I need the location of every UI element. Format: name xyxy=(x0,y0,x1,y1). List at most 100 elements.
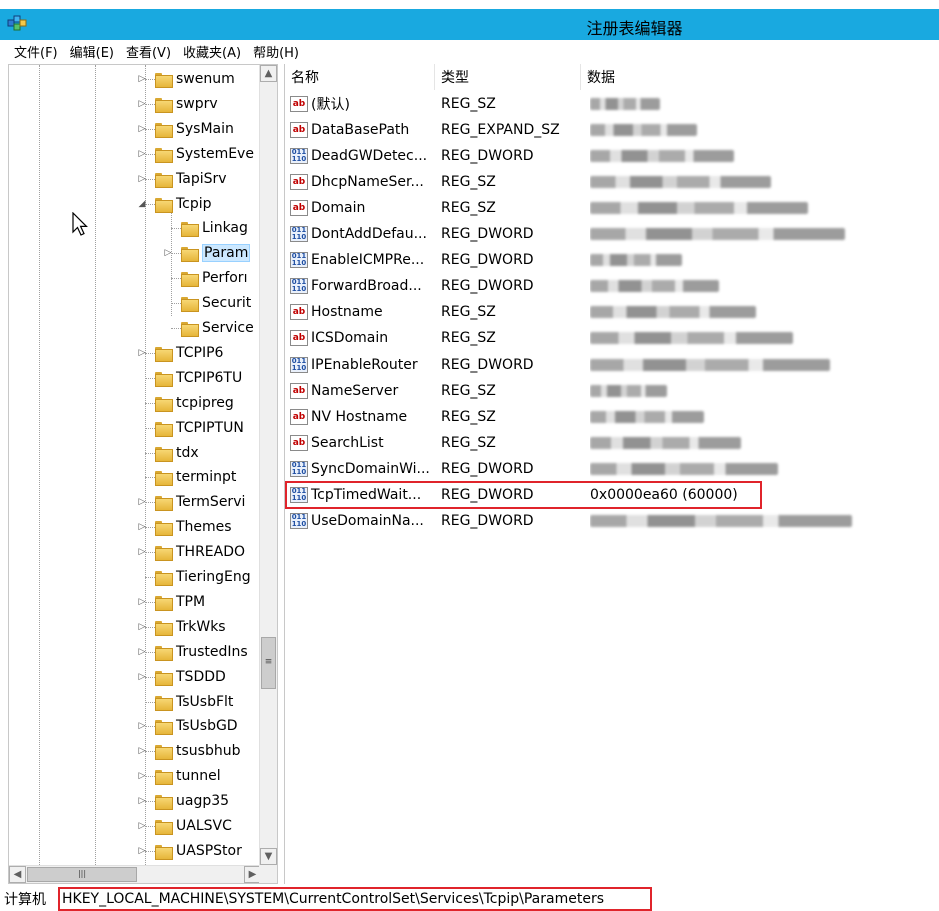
value-row[interactable]: 011 110 ForwardBroad... REG_DWORD xyxy=(285,273,939,299)
expand-arrow-right-icon[interactable]: ▷ xyxy=(137,124,147,134)
tree-item[interactable]: Service xyxy=(181,316,254,340)
tree-item-label: TermServi xyxy=(176,494,246,511)
string-value-icon: ab xyxy=(290,434,308,451)
registry-tree[interactable]: swenum ▷ swprv ▷ SysMain ▷ SystemEve ▷ TapiSrv ▷ T… xyxy=(8,64,278,884)
menu-favorites[interactable]: 收藏夹(A) xyxy=(183,42,241,61)
tree-item[interactable]: terminpt xyxy=(155,465,236,489)
expand-arrow-right-icon[interactable]: ▷ xyxy=(137,99,147,109)
menu-help[interactable]: 帮助(H) xyxy=(253,42,299,61)
tree-item[interactable]: Linkag xyxy=(181,216,248,240)
redacted-value-data xyxy=(590,280,719,293)
expand-arrow-right-icon[interactable]: ▷ xyxy=(137,547,147,557)
value-row[interactable]: 011 110 UseDomainNa... REG_DWORD xyxy=(285,508,939,534)
expand-arrow-right-icon[interactable]: ▷ xyxy=(137,174,147,184)
tree-connector xyxy=(145,427,155,429)
scroll-thumb[interactable]: ≡ xyxy=(261,637,276,689)
value-row[interactable]: 011 110 IPEnableRouter REG_DWORD xyxy=(285,352,939,378)
tree-item[interactable]: TCPIP6TU xyxy=(155,366,242,390)
column-header-type[interactable]: 类型 xyxy=(435,64,581,90)
expand-arrow-right-icon[interactable]: ▷ xyxy=(137,846,147,856)
value-row[interactable]: 011 110 DontAddDefau... REG_DWORD xyxy=(285,221,939,247)
tree-item[interactable]: TPM xyxy=(155,590,205,614)
redacted-value-data xyxy=(590,306,756,319)
values-list[interactable]: 名称 类型 数据 ab (默认) REG_SZ ab DataBasePath REG_E… xyxy=(284,64,939,884)
expand-arrow-right-icon[interactable]: ▷ xyxy=(137,796,147,806)
tree-item[interactable]: THREADO xyxy=(155,540,245,564)
expand-arrow-right-icon[interactable]: ▷ xyxy=(137,149,147,159)
expand-arrow-down-icon[interactable]: ◢ xyxy=(137,199,147,209)
tree-item[interactable]: TSDDD xyxy=(155,665,226,689)
expand-arrow-right-icon[interactable]: ▷ xyxy=(137,348,147,358)
folder-icon xyxy=(155,346,173,362)
tree-item[interactable]: uagp35 xyxy=(155,789,229,813)
expand-arrow-right-icon[interactable]: ▷ xyxy=(137,622,147,632)
tree-vertical-scrollbar[interactable]: ▲ ≡ ▼ xyxy=(259,65,277,865)
menu-file[interactable]: 文件(F) xyxy=(14,42,58,61)
expand-arrow-right-icon[interactable]: ▷ xyxy=(137,771,147,781)
menu-edit[interactable]: 编辑(E) xyxy=(70,42,114,61)
value-name: EnableICMPRe... xyxy=(311,252,425,269)
tree-item[interactable]: TCPIP6 xyxy=(155,341,223,365)
tree-horizontal-scrollbar[interactable]: ◀ ||| ▶ xyxy=(9,865,261,883)
menu-view[interactable]: 查看(V) xyxy=(126,42,171,61)
value-row[interactable]: ab Domain REG_SZ xyxy=(285,195,939,221)
tree-item[interactable]: UASPStor xyxy=(155,839,242,863)
tree-item-label: Tcpip xyxy=(176,195,212,212)
tree-item[interactable]: TermServi xyxy=(155,490,245,514)
horizontal-scroll-thumb[interactable]: ||| xyxy=(27,867,137,882)
value-row[interactable]: ab NameServer REG_SZ xyxy=(285,378,939,404)
scroll-down-arrow-icon[interactable]: ▼ xyxy=(260,848,277,865)
tree-item[interactable]: Perforı xyxy=(181,266,247,290)
scroll-left-arrow-icon[interactable]: ◀ xyxy=(9,866,26,883)
value-name: DhcpNameSer... xyxy=(311,174,424,191)
tree-item[interactable]: swprv xyxy=(155,92,218,116)
tree-item[interactable]: tunnel xyxy=(155,764,221,788)
column-header-data[interactable]: 数据 xyxy=(581,64,939,90)
value-row[interactable]: 011 110 DeadGWDetec... REG_DWORD xyxy=(285,143,939,169)
tree-item[interactable]: UALSVC xyxy=(155,814,232,838)
tree-item[interactable]: TieringEng xyxy=(155,565,251,589)
expand-arrow-right-icon[interactable]: ▷ xyxy=(137,74,147,84)
tree-item[interactable]: tcpipreg xyxy=(155,391,234,415)
tree-item[interactable]: Param xyxy=(181,241,251,265)
value-row[interactable]: ab ICSDomain REG_SZ xyxy=(285,325,939,351)
expand-arrow-right-icon[interactable]: ▷ xyxy=(137,497,147,507)
tree-item[interactable]: tdx xyxy=(155,441,199,465)
expand-arrow-right-icon[interactable]: ▷ xyxy=(137,721,147,731)
value-row[interactable]: 011 110 SyncDomainWi... REG_DWORD xyxy=(285,456,939,482)
tree-item[interactable]: TrustedIns xyxy=(155,640,248,664)
value-row[interactable]: ab Hostname REG_SZ xyxy=(285,299,939,325)
value-row[interactable]: ab (默认) REG_SZ xyxy=(285,91,939,117)
expand-arrow-right-icon[interactable]: ▷ xyxy=(163,248,173,258)
value-row[interactable]: 011 110 EnableICMPRe... REG_DWORD xyxy=(285,247,939,273)
string-value-icon: ab xyxy=(290,382,308,399)
value-row[interactable]: ab NV Hostname REG_SZ xyxy=(285,404,939,430)
expand-arrow-right-icon[interactable]: ▷ xyxy=(137,746,147,756)
expand-arrow-right-icon[interactable]: ▷ xyxy=(137,672,147,682)
tree-item[interactable]: Themes xyxy=(155,515,232,539)
tree-item[interactable]: TrkWks xyxy=(155,615,226,639)
folder-icon xyxy=(155,197,173,213)
column-header-name[interactable]: 名称 xyxy=(285,64,435,90)
expand-arrow-right-icon[interactable]: ▷ xyxy=(137,522,147,532)
value-name: NV Hostname xyxy=(311,408,408,425)
tree-item[interactable]: tsusbhub xyxy=(155,739,240,763)
tree-item[interactable]: swenum xyxy=(155,67,235,91)
value-row[interactable]: ab DhcpNameSer... REG_SZ xyxy=(285,169,939,195)
expand-arrow-right-icon[interactable]: ▷ xyxy=(137,647,147,657)
tree-item[interactable]: TapiSrv xyxy=(155,167,227,191)
tree-item[interactable]: TsUsbFlt xyxy=(155,690,233,714)
title-bar[interactable]: 注册表编辑器 xyxy=(0,0,939,40)
expand-arrow-right-icon[interactable]: ▷ xyxy=(137,597,147,607)
tree-item-label: SystemEve xyxy=(176,145,254,162)
tree-item[interactable]: SystemEve xyxy=(155,142,254,166)
tree-item[interactable]: TsUsbGD xyxy=(155,714,238,738)
expand-arrow-right-icon[interactable]: ▷ xyxy=(137,821,147,831)
tree-item[interactable]: SysMain xyxy=(155,117,234,141)
value-row[interactable]: ab SearchList REG_SZ xyxy=(285,430,939,456)
value-row[interactable]: ab DataBasePath REG_EXPAND_SZ xyxy=(285,117,939,143)
tree-item[interactable]: Tcpip xyxy=(155,192,212,216)
tree-item[interactable]: Securit xyxy=(181,291,251,315)
tree-item[interactable]: TCPIPTUN xyxy=(155,416,244,440)
scroll-up-arrow-icon[interactable]: ▲ xyxy=(260,65,277,82)
